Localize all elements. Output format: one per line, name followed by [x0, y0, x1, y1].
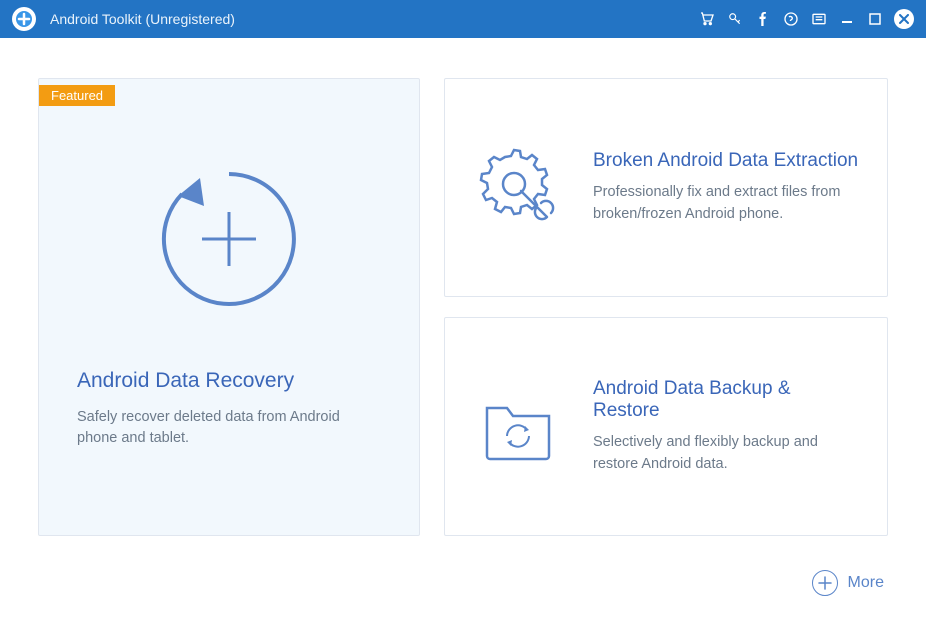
- close-button[interactable]: [894, 9, 914, 29]
- right-column: Broken Android Data Extraction Professio…: [444, 78, 888, 536]
- backup-title: Android Data Backup & Restore: [593, 378, 859, 422]
- backup-desc: Selectively and flexibly backup and rest…: [593, 432, 859, 474]
- minimize-button[interactable]: [838, 10, 856, 28]
- extraction-title: Broken Android Data Extraction: [593, 150, 859, 172]
- recovery-icon: [129, 139, 329, 339]
- gear-wrench-icon: [473, 143, 563, 233]
- titlebar: Android Toolkit (Unregistered): [0, 0, 926, 38]
- extraction-desc: Professionally fix and extract files fro…: [593, 182, 859, 224]
- backup-text: Android Data Backup & Restore Selectivel…: [593, 378, 859, 474]
- facebook-icon[interactable]: [754, 10, 772, 28]
- extraction-text: Broken Android Data Extraction Professio…: [593, 150, 859, 224]
- featured-badge: Featured: [39, 85, 115, 106]
- titlebar-actions: [698, 9, 914, 29]
- recovery-title: Android Data Recovery: [77, 369, 381, 393]
- folder-sync-icon: [473, 382, 563, 472]
- card-broken-extraction[interactable]: Broken Android Data Extraction Professio…: [444, 78, 888, 297]
- maximize-button[interactable]: [866, 10, 884, 28]
- more-row: More: [0, 556, 926, 596]
- key-icon[interactable]: [726, 10, 744, 28]
- recovery-desc: Safely recover deleted data from Android…: [77, 407, 381, 449]
- more-label: More: [848, 574, 884, 592]
- more-button[interactable]: More: [812, 570, 884, 596]
- main-content: Featured Android Data Recovery Safely re…: [0, 38, 926, 556]
- app-logo-icon: [12, 7, 36, 31]
- plus-circle-icon: [812, 570, 838, 596]
- card-data-recovery[interactable]: Featured Android Data Recovery Safely re…: [38, 78, 420, 536]
- cart-icon[interactable]: [698, 10, 716, 28]
- recovery-text: Android Data Recovery Safely recover del…: [39, 339, 419, 449]
- card-backup-restore[interactable]: Android Data Backup & Restore Selectivel…: [444, 317, 888, 536]
- menu-icon[interactable]: [810, 10, 828, 28]
- app-title: Android Toolkit (Unregistered): [50, 11, 698, 27]
- support-icon[interactable]: [782, 10, 800, 28]
